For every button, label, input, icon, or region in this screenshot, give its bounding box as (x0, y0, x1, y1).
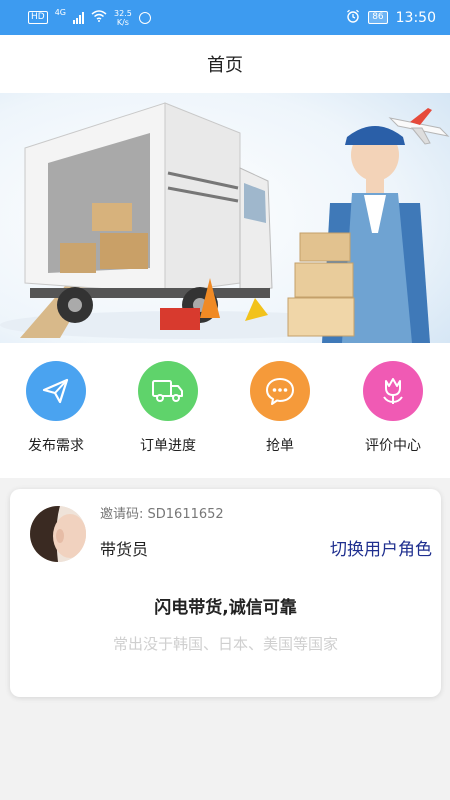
truck-icon (138, 361, 198, 421)
menu-review-center[interactable]: 评价中心 (343, 361, 443, 455)
alarm-icon (346, 9, 360, 26)
invite-code: 邀请码: SD1611652 (100, 507, 224, 522)
menu-grid: 发布需求 订单进度 抢单 评价中心 (0, 343, 450, 478)
banner-image[interactable] (0, 93, 450, 343)
chat-bubble-icon (250, 361, 310, 421)
network-type: 4G (54, 8, 66, 17)
clock-time: 13:50 (395, 9, 436, 26)
switch-role-button[interactable]: 切换用户角色 (330, 535, 432, 560)
tulip-icon (363, 361, 423, 421)
menu-label: 评价中心 (365, 438, 421, 454)
sync-icon (138, 11, 151, 24)
status-bar: HD 4G 32.5 K/s 86 13:50 (0, 0, 450, 35)
app-header: 首页 (0, 35, 450, 93)
menu-label: 抢单 (266, 438, 294, 454)
menu-label: 发布需求 (28, 438, 84, 454)
hd-indicator: HD (28, 11, 48, 24)
page-title: 首页 (207, 55, 243, 76)
avatar[interactable] (30, 506, 86, 562)
battery-icon: 86 (368, 11, 388, 24)
menu-publish-demand[interactable]: 发布需求 (6, 361, 106, 455)
signal-icon (73, 11, 84, 24)
menu-order-progress[interactable]: 订单进度 (118, 361, 218, 455)
menu-label: 订单进度 (140, 438, 196, 454)
slogan: 闪电带货,诚信可靠 (154, 598, 297, 618)
menu-grab-order[interactable]: 抢单 (230, 361, 330, 455)
paper-plane-icon (26, 361, 86, 421)
user-info-card: 邀请码: SD1611652 带货员 切换用户角色 闪电带货,诚信可靠 常出没于… (10, 489, 441, 697)
network-speed: 32.5 K/s (114, 8, 132, 27)
user-role: 带货员 (100, 540, 149, 559)
sub-slogan: 常出没于韩国、日本、美国等国家 (112, 635, 338, 653)
wifi-icon (91, 10, 107, 25)
